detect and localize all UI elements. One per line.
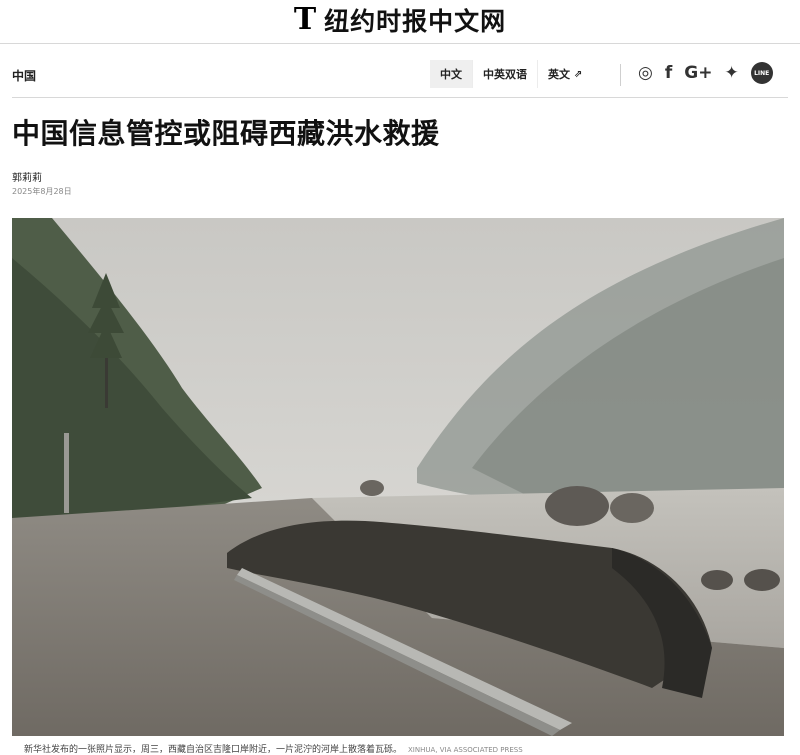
tab-chinese[interactable]: 中文 [430,60,472,88]
weibo-icon[interactable]: ◎ [638,63,653,83]
tab-english-label: 英文 [548,68,570,81]
facebook-icon[interactable]: f [665,63,672,83]
article-headline: 中国信息管控或阻碍西藏洪水救援 [12,117,440,150]
social-share: ◎ f G+ ✦ LINE [638,62,773,84]
google-plus-icon[interactable]: G+ [684,63,712,83]
photo-caption: 新华社发布的一张照片显示，周三，西藏自治区吉隆口岸附近，一片泥泞的河岸上散落着瓦… [24,742,523,755]
section-bar: 中国 中文 中英双语 英文 ⇗ ◎ f G+ ✦ LINE [0,56,800,92]
tab-chinese-label: 中文 [440,68,462,81]
section-label[interactable]: 中国 [12,67,36,84]
article-photo [12,218,784,736]
caption-text: 新华社发布的一张照片显示，周三，西藏自治区吉隆口岸附近，一片泥泞的河岸上散落着瓦… [24,745,403,755]
tab-bilingual[interactable]: 中英双语 [472,60,537,88]
language-tabs: 中文 中英双语 英文 ⇗ [430,60,593,88]
section-divider [12,97,788,98]
external-link-icon: ⇗ [574,68,583,80]
line-icon[interactable]: LINE [750,62,773,84]
header-divider [0,43,800,44]
tab-bilingual-label: 中英双语 [483,68,527,81]
masthead[interactable]: T 纽约时报中文网 [0,0,800,40]
nyt-logo-icon[interactable]: T [294,5,316,35]
social-divider [620,64,621,86]
tab-english[interactable]: 英文 ⇗ [537,60,593,88]
site-name[interactable]: 纽约时报中文网 [324,2,506,38]
publish-date: 2025年8月28日 [12,187,72,196]
author-byline[interactable]: 郭莉莉 [12,169,42,184]
photo-credit: XINHUA, VIA ASSOCIATED PRESS [408,746,523,754]
twitter-icon[interactable]: ✦ [724,63,738,83]
flood-scene-image [12,218,784,736]
